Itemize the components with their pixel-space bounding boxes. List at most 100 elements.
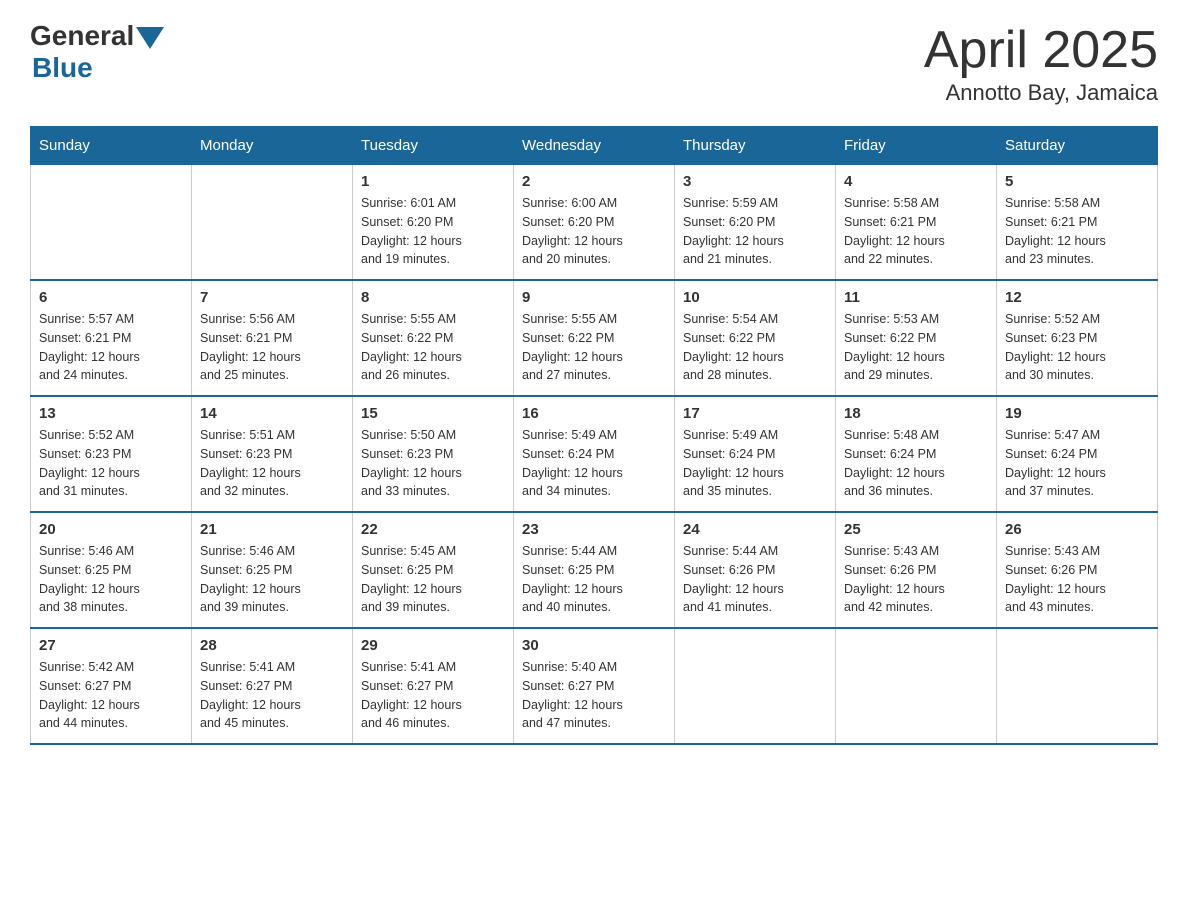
calendar-cell: 20 Sunrise: 5:46 AMSunset: 6:25 PMDayligh…: [31, 512, 192, 628]
day-info: Sunrise: 5:44 AMSunset: 6:25 PMDaylight:…: [522, 542, 666, 617]
day-info: Sunrise: 5:46 AMSunset: 6:25 PMDaylight:…: [200, 542, 344, 617]
day-number: 6: [39, 289, 183, 306]
calendar-cell: 8 Sunrise: 5:55 AMSunset: 6:22 PMDaylight…: [353, 280, 514, 396]
calendar-cell: 26 Sunrise: 5:43 AMSunset: 6:26 PMDayligh…: [997, 512, 1158, 628]
day-number: 15: [361, 405, 505, 422]
day-info: Sunrise: 6:00 AMSunset: 6:20 PMDaylight:…: [522, 194, 666, 269]
day-info: Sunrise: 5:58 AMSunset: 6:21 PMDaylight:…: [1005, 194, 1149, 269]
calendar-cell: 29 Sunrise: 5:41 AMSunset: 6:27 PMDayligh…: [353, 628, 514, 744]
calendar-cell: 24Sunrise: 5:44 AMSunset: 6:26 PMDayligh…: [675, 512, 836, 628]
day-number: 5: [1005, 173, 1149, 190]
calendar-cell: 25 Sunrise: 5:43 AMSunset: 6:26 PMDayligh…: [836, 512, 997, 628]
calendar-cell: 17 Sunrise: 5:49 AMSunset: 6:24 PMDayligh…: [675, 396, 836, 512]
day-info: Sunrise: 5:53 AMSunset: 6:22 PMDaylight:…: [844, 310, 988, 385]
calendar-week-row: 27 Sunrise: 5:42 AMSunset: 6:27 PMDayligh…: [31, 628, 1158, 744]
logo: General Blue: [30, 20, 164, 84]
calendar-cell: 11 Sunrise: 5:53 AMSunset: 6:22 PMDayligh…: [836, 280, 997, 396]
calendar-cell: [836, 628, 997, 744]
calendar-table: SundayMondayTuesdayWednesdayThursdayFrid…: [30, 126, 1158, 745]
day-number: 8: [361, 289, 505, 306]
day-info: Sunrise: 5:55 AMSunset: 6:22 PMDaylight:…: [361, 310, 505, 385]
calendar-cell: 28 Sunrise: 5:41 AMSunset: 6:27 PMDayligh…: [192, 628, 353, 744]
calendar-cell: 7Sunrise: 5:56 AMSunset: 6:21 PMDaylight…: [192, 280, 353, 396]
day-info: Sunrise: 5:42 AMSunset: 6:27 PMDaylight:…: [39, 658, 183, 733]
day-number: 9: [522, 289, 666, 306]
day-info: Sunrise: 5:50 AMSunset: 6:23 PMDaylight:…: [361, 426, 505, 501]
day-number: 25: [844, 521, 988, 538]
page-header: General Blue April 2025 Annotto Bay, Jam…: [30, 20, 1158, 106]
day-info: Sunrise: 5:49 AMSunset: 6:24 PMDaylight:…: [522, 426, 666, 501]
day-number: 23: [522, 521, 666, 538]
calendar-body: 1Sunrise: 6:01 AMSunset: 6:20 PMDaylight…: [31, 165, 1158, 745]
calendar-cell: 23 Sunrise: 5:44 AMSunset: 6:25 PMDayligh…: [514, 512, 675, 628]
calendar-cell: 27 Sunrise: 5:42 AMSunset: 6:27 PMDayligh…: [31, 628, 192, 744]
calendar-cell: [675, 628, 836, 744]
calendar-cell: 21 Sunrise: 5:46 AMSunset: 6:25 PMDayligh…: [192, 512, 353, 628]
day-of-week-header: Sunday: [31, 127, 192, 165]
day-number: 26: [1005, 521, 1149, 538]
day-number: 3: [683, 173, 827, 190]
day-of-week-header: Saturday: [997, 127, 1158, 165]
day-number: 21: [200, 521, 344, 538]
day-number: 4: [844, 173, 988, 190]
calendar-week-row: 6Sunrise: 5:57 AMSunset: 6:21 PMDaylight…: [31, 280, 1158, 396]
calendar-cell: 4 Sunrise: 5:58 AMSunset: 6:21 PMDaylight…: [836, 165, 997, 281]
day-info: Sunrise: 5:47 AMSunset: 6:24 PMDaylight:…: [1005, 426, 1149, 501]
logo-triangle-icon: [136, 27, 164, 49]
title-block: April 2025 Annotto Bay, Jamaica: [924, 20, 1158, 106]
calendar-week-row: 1Sunrise: 6:01 AMSunset: 6:20 PMDaylight…: [31, 165, 1158, 281]
day-number: 19: [1005, 405, 1149, 422]
calendar-cell: 5 Sunrise: 5:58 AMSunset: 6:21 PMDaylight…: [997, 165, 1158, 281]
day-info: Sunrise: 5:52 AMSunset: 6:23 PMDaylight:…: [1005, 310, 1149, 385]
day-info: Sunrise: 5:52 AMSunset: 6:23 PMDaylight:…: [39, 426, 183, 501]
day-info: Sunrise: 5:49 AMSunset: 6:24 PMDaylight:…: [683, 426, 827, 501]
day-info: Sunrise: 5:59 AMSunset: 6:20 PMDaylight:…: [683, 194, 827, 269]
calendar-cell: 16 Sunrise: 5:49 AMSunset: 6:24 PMDayligh…: [514, 396, 675, 512]
calendar-cell: 30 Sunrise: 5:40 AMSunset: 6:27 PMDayligh…: [514, 628, 675, 744]
day-of-week-header: Friday: [836, 127, 997, 165]
day-number: 14: [200, 405, 344, 422]
day-info: Sunrise: 5:43 AMSunset: 6:26 PMDaylight:…: [1005, 542, 1149, 617]
day-number: 30: [522, 637, 666, 654]
day-info: Sunrise: 5:58 AMSunset: 6:21 PMDaylight:…: [844, 194, 988, 269]
calendar-cell: 12 Sunrise: 5:52 AMSunset: 6:23 PMDayligh…: [997, 280, 1158, 396]
page-title: April 2025: [924, 20, 1158, 80]
logo-general-text: General: [30, 20, 134, 52]
calendar-cell: 22Sunrise: 5:45 AMSunset: 6:25 PMDayligh…: [353, 512, 514, 628]
day-number: 1: [361, 173, 505, 190]
calendar-cell: 19 Sunrise: 5:47 AMSunset: 6:24 PMDayligh…: [997, 396, 1158, 512]
day-info: Sunrise: 5:55 AMSunset: 6:22 PMDaylight:…: [522, 310, 666, 385]
day-of-week-header: Tuesday: [353, 127, 514, 165]
day-number: 11: [844, 289, 988, 306]
days-of-week-row: SundayMondayTuesdayWednesdayThursdayFrid…: [31, 127, 1158, 165]
day-info: Sunrise: 5:41 AMSunset: 6:27 PMDaylight:…: [200, 658, 344, 733]
day-info: Sunrise: 5:48 AMSunset: 6:24 PMDaylight:…: [844, 426, 988, 501]
day-number: 18: [844, 405, 988, 422]
page-subtitle: Annotto Bay, Jamaica: [924, 80, 1158, 106]
calendar-cell: [997, 628, 1158, 744]
calendar-cell: [192, 165, 353, 281]
day-number: 13: [39, 405, 183, 422]
day-number: 29: [361, 637, 505, 654]
day-info: Sunrise: 5:40 AMSunset: 6:27 PMDaylight:…: [522, 658, 666, 733]
day-info: Sunrise: 5:43 AMSunset: 6:26 PMDaylight:…: [844, 542, 988, 617]
day-number: 28: [200, 637, 344, 654]
calendar-cell: 13 Sunrise: 5:52 AMSunset: 6:23 PMDayligh…: [31, 396, 192, 512]
calendar-cell: 15 Sunrise: 5:50 AMSunset: 6:23 PMDayligh…: [353, 396, 514, 512]
day-info: Sunrise: 5:46 AMSunset: 6:25 PMDaylight:…: [39, 542, 183, 617]
day-info: Sunrise: 5:56 AMSunset: 6:21 PMDaylight:…: [200, 310, 344, 385]
day-number: 10: [683, 289, 827, 306]
day-number: 22: [361, 521, 505, 538]
day-number: 16: [522, 405, 666, 422]
day-number: 12: [1005, 289, 1149, 306]
calendar-cell: 6Sunrise: 5:57 AMSunset: 6:21 PMDaylight…: [31, 280, 192, 396]
day-number: 17: [683, 405, 827, 422]
day-of-week-header: Thursday: [675, 127, 836, 165]
day-info: Sunrise: 5:41 AMSunset: 6:27 PMDaylight:…: [361, 658, 505, 733]
day-info: Sunrise: 5:54 AMSunset: 6:22 PMDaylight:…: [683, 310, 827, 385]
day-of-week-header: Wednesday: [514, 127, 675, 165]
day-number: 27: [39, 637, 183, 654]
day-number: 20: [39, 521, 183, 538]
calendar-cell: 3 Sunrise: 5:59 AMSunset: 6:20 PMDaylight…: [675, 165, 836, 281]
day-info: Sunrise: 5:44 AMSunset: 6:26 PMDaylight:…: [683, 542, 827, 617]
